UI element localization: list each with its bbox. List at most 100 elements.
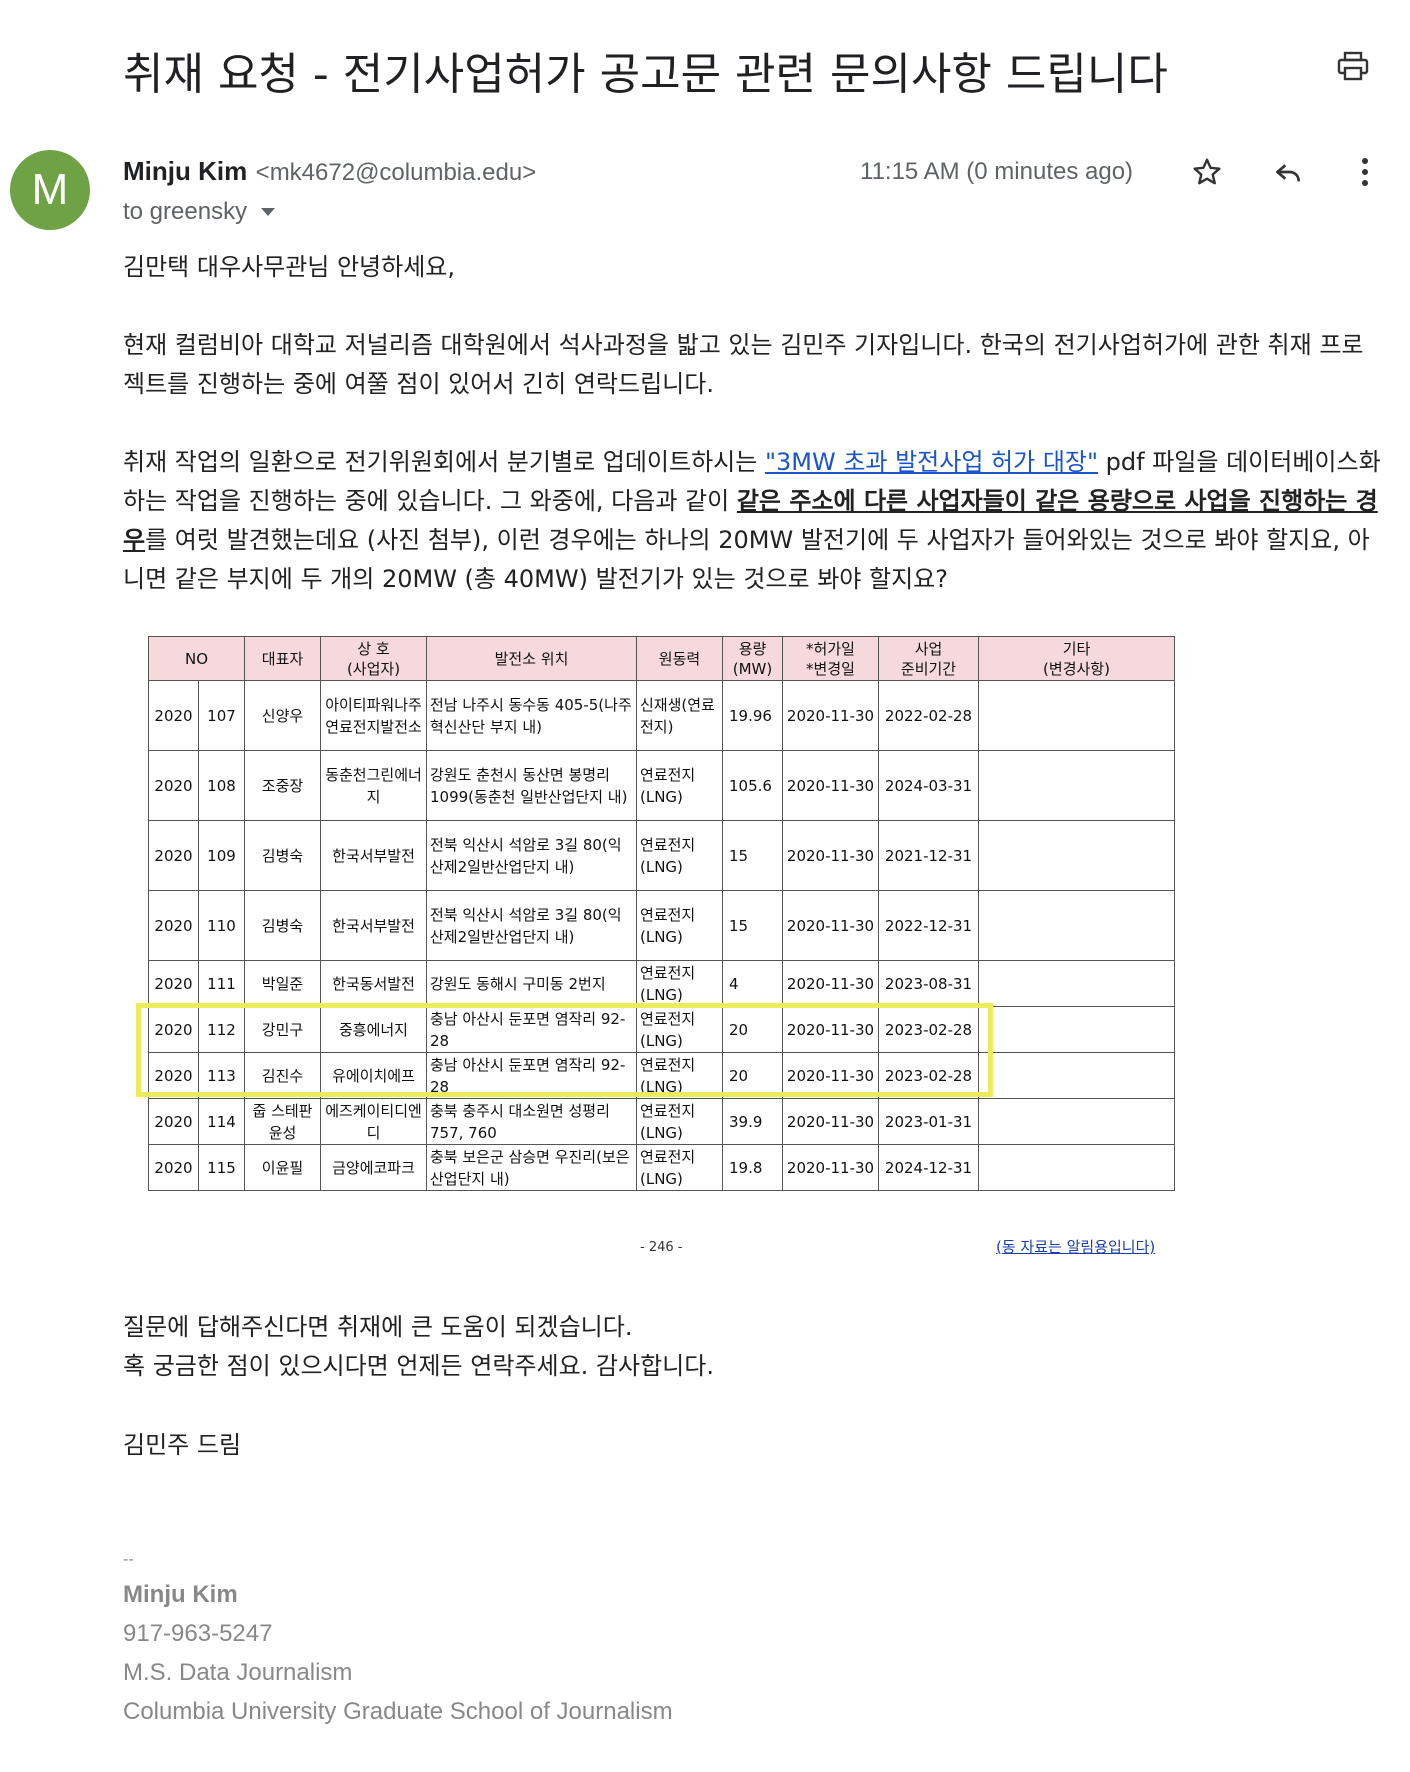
cell-location: 충북 충주시 대소원면 성평리 757, 760 — [426, 1098, 637, 1145]
header-capacity: 용량 (MW) — [722, 636, 783, 681]
signature-degree: M.S. Data Journalism — [123, 1659, 353, 1686]
header-no: NO — [148, 636, 245, 681]
cell-company: 동춘천그린에너지 — [320, 750, 427, 821]
cell-company: 에즈케이티디엔디 — [320, 1098, 427, 1145]
cell-location: 충북 보은군 삼승면 우진리(보은산업단지 내) — [426, 1144, 637, 1191]
cell-notes — [978, 680, 1175, 751]
cell-date: 2020-11-30 — [782, 1098, 879, 1145]
cell-fuel: 연료전지(LNG) — [636, 960, 723, 1007]
request-text-c: 를 여럿 발견했는데요 (사진 첨부), 이런 경우에는 하나의 20MW 발전… — [123, 526, 1370, 593]
cell-prep: 2024-03-31 — [878, 750, 979, 821]
cell-capacity: 105.6 — [722, 750, 783, 821]
cell-no: 110 — [198, 890, 245, 961]
highlight-box — [136, 1003, 993, 1097]
cell-notes — [978, 750, 1175, 821]
attached-permit-table-image: NO 대표자 상 호 (사업자) 발전소 위치 원동력 용량 (MW) *허가일… — [148, 636, 1175, 1191]
cell-capacity: 15 — [722, 820, 783, 891]
sender-name[interactable]: Minju Kim — [123, 156, 247, 186]
recipients-toggle[interactable]: to greensky — [123, 198, 276, 226]
closing-text: 질문에 답해주신다면 취재에 큰 도움이 되겠습니다. 혹 궁금한 점이 있으시… — [123, 1308, 714, 1386]
cell-date: 2020-11-30 — [782, 1144, 879, 1191]
cell-rep: 줍 스테판 윤성 — [244, 1098, 321, 1145]
cell-prep: 2022-12-31 — [878, 890, 979, 961]
star-icon — [1193, 158, 1221, 185]
table-row: 2020 111 박일준 한국동서발전 강원도 동해시 구미동 2번지 연료전지… — [148, 960, 1175, 1007]
cell-date: 2020-11-30 — [782, 890, 879, 961]
cell-rep: 신양우 — [244, 680, 321, 751]
cell-capacity: 15 — [722, 890, 783, 961]
cell-prep: 2023-08-31 — [878, 960, 979, 1007]
reply-button[interactable] — [1268, 152, 1308, 192]
cell-company: 한국서부발전 — [320, 890, 427, 961]
cell-fuel: 연료전지(LNG) — [636, 1098, 723, 1145]
reply-icon — [1276, 164, 1300, 182]
cell-notes — [978, 890, 1175, 961]
cell-capacity: 19.96 — [722, 680, 783, 751]
cell-date: 2020-11-30 — [782, 750, 879, 821]
request-text-a: 취재 작업의 일환으로 전기위원회에서 분기별로 업데이트하시는 — [123, 448, 765, 476]
cell-rep: 조중장 — [244, 750, 321, 821]
request-paragraph: 취재 작업의 일환으로 전기위원회에서 분기별로 업데이트하시는 "3MW 초과… — [123, 443, 1383, 599]
cell-location: 전남 나주시 동수동 405-5(나주혁신산단 부지 내) — [426, 680, 637, 751]
cell-prep: 2024-12-31 — [878, 1144, 979, 1191]
cell-fuel: 연료전지(LNG) — [636, 820, 723, 891]
cell-no: 109 — [198, 820, 245, 891]
cell-fuel: 연료전지(LNG) — [636, 1144, 723, 1191]
table-row: 2020 109 김병숙 한국서부발전 전북 익산시 석암로 3길 80(익산제… — [148, 820, 1175, 891]
cell-location: 전북 익산시 석암로 3길 80(익산제2일반산업단지 내) — [426, 890, 637, 961]
cell-no: 107 — [198, 680, 245, 751]
header-rep: 대표자 — [244, 636, 321, 681]
cell-company: 금양에코파크 — [320, 1144, 427, 1191]
permit-ledger-link[interactable]: "3MW 초과 발전사업 허가 대장" — [765, 448, 1098, 476]
header-prep: 사업 준비기간 — [878, 636, 979, 681]
cell-capacity: 39.9 — [722, 1098, 783, 1145]
cell-year: 2020 — [148, 820, 199, 891]
cell-location: 강원도 춘천시 동산면 봉명리 1099(동춘천 일반산업단지 내) — [426, 750, 637, 821]
cell-fuel: 신재생(연료전지) — [636, 680, 723, 751]
cell-no: 114 — [198, 1098, 245, 1145]
sender-email: <mk4672@columbia.edu> — [255, 159, 537, 186]
closing-line-1: 질문에 답해주신다면 취재에 큰 도움이 되겠습니다. — [123, 1313, 633, 1341]
signoff: 김민주 드림 — [123, 1431, 242, 1459]
cell-date: 2020-11-30 — [782, 820, 879, 891]
table-row: 2020 110 김병숙 한국서부발전 전북 익산시 석암로 3길 80(익산제… — [148, 890, 1175, 961]
cell-location: 강원도 동해시 구미동 2번지 — [426, 960, 637, 1007]
cell-rep: 박일준 — [244, 960, 321, 1007]
cell-date: 2020-11-30 — [782, 960, 879, 1007]
table-row: 2020 108 조중장 동춘천그린에너지 강원도 춘천시 동산면 봉명리 10… — [148, 750, 1175, 821]
cell-year: 2020 — [148, 960, 199, 1007]
print-button[interactable] — [1333, 46, 1373, 86]
cell-prep: 2023-01-31 — [878, 1098, 979, 1145]
cell-company: 아이티파워나주연료전지발전소 — [320, 680, 427, 751]
print-icon — [1337, 51, 1369, 81]
cell-notes — [978, 1052, 1175, 1099]
cell-fuel: 연료전지(LNG) — [636, 750, 723, 821]
cell-year: 2020 — [148, 750, 199, 821]
cell-notes — [978, 1144, 1175, 1191]
cell-company: 한국동서발전 — [320, 960, 427, 1007]
signature-school: Columbia University Graduate School of J… — [123, 1698, 673, 1725]
cell-capacity: 19.8 — [722, 1144, 783, 1191]
cell-location: 전북 익산시 석암로 3길 80(익산제2일반산업단지 내) — [426, 820, 637, 891]
cell-year: 2020 — [148, 1098, 199, 1145]
table-row: 2020 114 줍 스테판 윤성 에즈케이티디엔디 충북 충주시 대소원면 성… — [148, 1098, 1175, 1145]
sender-avatar[interactable]: M — [10, 150, 90, 230]
table-row: 2020 107 신양우 아이티파워나주연료전지발전소 전남 나주시 동수동 4… — [148, 680, 1175, 751]
table-header-row: NO 대표자 상 호 (사업자) 발전소 위치 원동력 용량 (MW) *허가일… — [148, 636, 1175, 681]
caret-down-icon — [261, 208, 276, 216]
email-body: 김만택 대우사무관님 안녕하세요, 현재 컬럼비아 대학교 저널리즘 대학원에서… — [123, 248, 1383, 599]
sender-info: Minju Kim <mk4672@columbia.edu> — [123, 156, 536, 187]
cell-prep: 2021-12-31 — [878, 820, 979, 891]
timestamp: 11:15 AM (0 minutes ago) — [860, 158, 1134, 185]
cell-no: 108 — [198, 750, 245, 821]
cell-notes — [978, 1006, 1175, 1053]
signature-name: Minju Kim — [123, 1581, 238, 1608]
cell-company: 한국서부발전 — [320, 820, 427, 891]
cell-date: 2020-11-30 — [782, 680, 879, 751]
header-location: 발전소 위치 — [426, 636, 637, 681]
closing-line-2: 혹 궁금한 점이 있으시다면 언제든 연락주세요. 감사합니다. — [123, 1352, 714, 1380]
more-vert-icon — [1362, 158, 1368, 186]
more-options-button[interactable] — [1345, 152, 1385, 192]
star-button[interactable] — [1187, 152, 1227, 192]
cell-rep: 김병숙 — [244, 820, 321, 891]
